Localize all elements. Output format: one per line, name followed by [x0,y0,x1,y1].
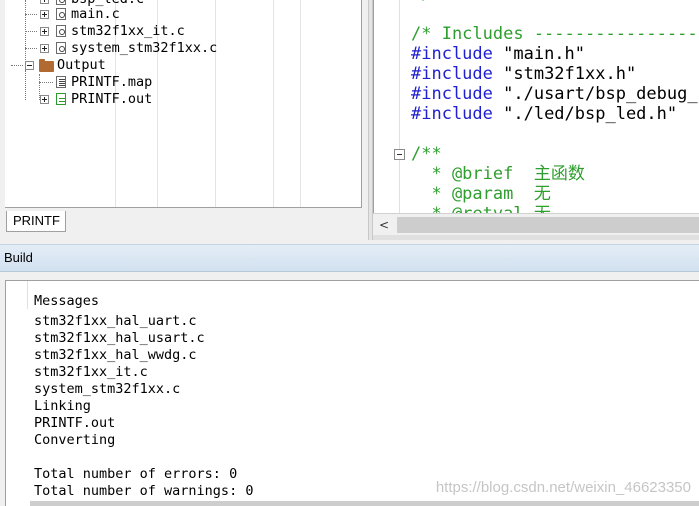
fold-collapse-icon[interactable] [394,149,405,160]
build-message: stm32f1xx_hal_wwdg.c [34,347,197,363]
code-editor[interactable]: */ /* Includes -------------------------… [373,0,699,240]
c-file-icon [56,42,66,54]
expand-icon[interactable] [40,27,49,36]
scroll-left-icon[interactable]: < [379,218,389,232]
build-summary-errors: Total number of errors: 0 [34,466,238,482]
code-line: #include "./led/bsp_led.h" [411,104,678,124]
tree-item-main[interactable]: main.c [5,6,361,23]
tree-item-stm32f1xx-it[interactable]: stm32f1xx_it.c [5,23,361,40]
messages-divider [27,281,28,309]
build-message: system_stm32f1xx.c [34,381,181,397]
tab-project[interactable]: PRINTF [6,211,66,232]
build-output-text[interactable]: Messages stm32f1xx_hal_uart.c stm32f1xx_… [5,280,699,506]
expand-icon[interactable] [40,10,49,19]
build-panel-title: Build [0,244,699,272]
folder-icon [39,59,54,72]
editor-horizontal-scrollbar[interactable]: < [373,213,699,235]
tree-item-printf-map[interactable]: PRINTF.map [5,74,361,91]
code-text-area[interactable]: */ /* Includes -------------------------… [407,0,699,213]
tree-item-label: Output [57,57,106,73]
tree-item-printf-out[interactable]: PRINTF.out [5,91,361,108]
code-line: * @brief 主函数 [411,164,585,184]
code-line: * @param 无 [411,184,551,204]
build-message: stm32f1xx_hal_uart.c [34,313,197,329]
code-line: #include "main.h" [411,44,586,64]
code-line: #include "./usart/bsp_debug_usart.h" [411,84,699,104]
code-line: /** [411,144,442,164]
expand-icon[interactable] [40,0,49,4]
project-tree[interactable]: bsp_led.c main.c stm32f1xx_it.c system_s… [5,0,362,208]
build-horizontal-scrollbar[interactable] [30,501,699,506]
code-line: */ [411,0,431,4]
build-message: Linking [34,398,91,414]
c-file-icon [56,25,66,37]
build-message: stm32f1xx_hal_usart.c [34,330,205,346]
tree-item-output-folder[interactable]: Output [5,57,361,74]
tree-item-system-stm32f1xx[interactable]: system_stm32f1xx.c [5,40,361,57]
build-message: Converting [34,432,116,448]
build-output-panel: Messages stm32f1xx_hal_uart.c stm32f1xx_… [0,272,699,506]
scrollbar-thumb[interactable] [397,217,699,233]
c-file-icon [56,0,66,5]
project-panel: bsp_led.c main.c stm32f1xx_it.c system_s… [0,0,368,240]
map-file-icon [56,76,66,88]
build-summary-warnings: Total number of warnings: 0 [34,483,254,499]
watermark: https://blog.csdn.net/weixin_46623350 [435,479,691,496]
code-line: #include "stm32f1xx.h" [411,64,637,84]
editor-bottom-edge [373,235,699,240]
collapse-icon[interactable] [25,61,34,70]
editor-gutter [373,0,407,213]
messages-header: Messages [34,293,100,309]
tree-item-label: main.c [71,6,120,22]
tree-item-label: PRINTF.out [71,91,153,107]
out-file-icon [56,93,66,105]
fold-margin [399,0,400,213]
tree-item-label: stm32f1xx_it.c [71,23,185,39]
expand-icon[interactable] [40,95,49,104]
expand-icon[interactable] [40,44,49,53]
code-line: /* Includes ---------------------------- [411,24,699,44]
build-message: PRINTF.out [34,415,116,431]
build-message: stm32f1xx_it.c [34,364,148,380]
code-line: * @retval 无 [411,204,550,213]
tree-item-label: PRINTF.map [71,74,153,90]
c-file-icon [56,8,66,20]
tree-item-label: system_stm32f1xx.c [71,40,218,56]
